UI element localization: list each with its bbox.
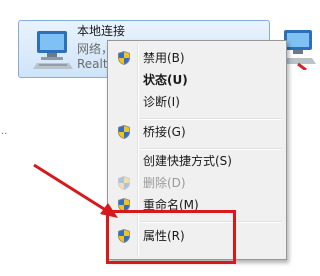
menu-item-disable[interactable]: 禁用(B) — [110, 47, 282, 69]
network-connections-window: 本地连接 网络， Realte .. 禁用(B) 状态(U) 诊断(I) 桥接(… — [0, 0, 316, 276]
shield-icon — [116, 175, 132, 191]
menu-separator — [140, 118, 282, 120]
menu-item-label: 创建快捷方式(S) — [143, 154, 232, 168]
menu-item-delete: 删除(D) — [110, 172, 282, 194]
side-mark: .. — [1, 126, 8, 137]
shield-icon — [116, 124, 132, 140]
menu-item-label: 桥接(G) — [143, 125, 186, 139]
connection-name: 本地连接 — [77, 24, 126, 38]
menu-item-diagnose[interactable]: 诊断(I) — [110, 91, 282, 113]
menu-item-label: 状态(U) — [143, 73, 188, 87]
menu-item-label: 删除(D) — [143, 176, 186, 190]
shield-icon — [116, 50, 132, 66]
menu-item-status[interactable]: 状态(U) — [110, 69, 282, 91]
annotation-highlight-box — [106, 210, 236, 264]
menu-item-create-shortcut[interactable]: 创建快捷方式(S) — [110, 150, 282, 172]
menu-item-label: 禁用(B) — [143, 51, 185, 65]
menu-item-bridge[interactable]: 桥接(G) — [110, 121, 282, 143]
menu-item-label: 诊断(I) — [143, 95, 180, 109]
network-adapter-icon — [33, 31, 73, 69]
